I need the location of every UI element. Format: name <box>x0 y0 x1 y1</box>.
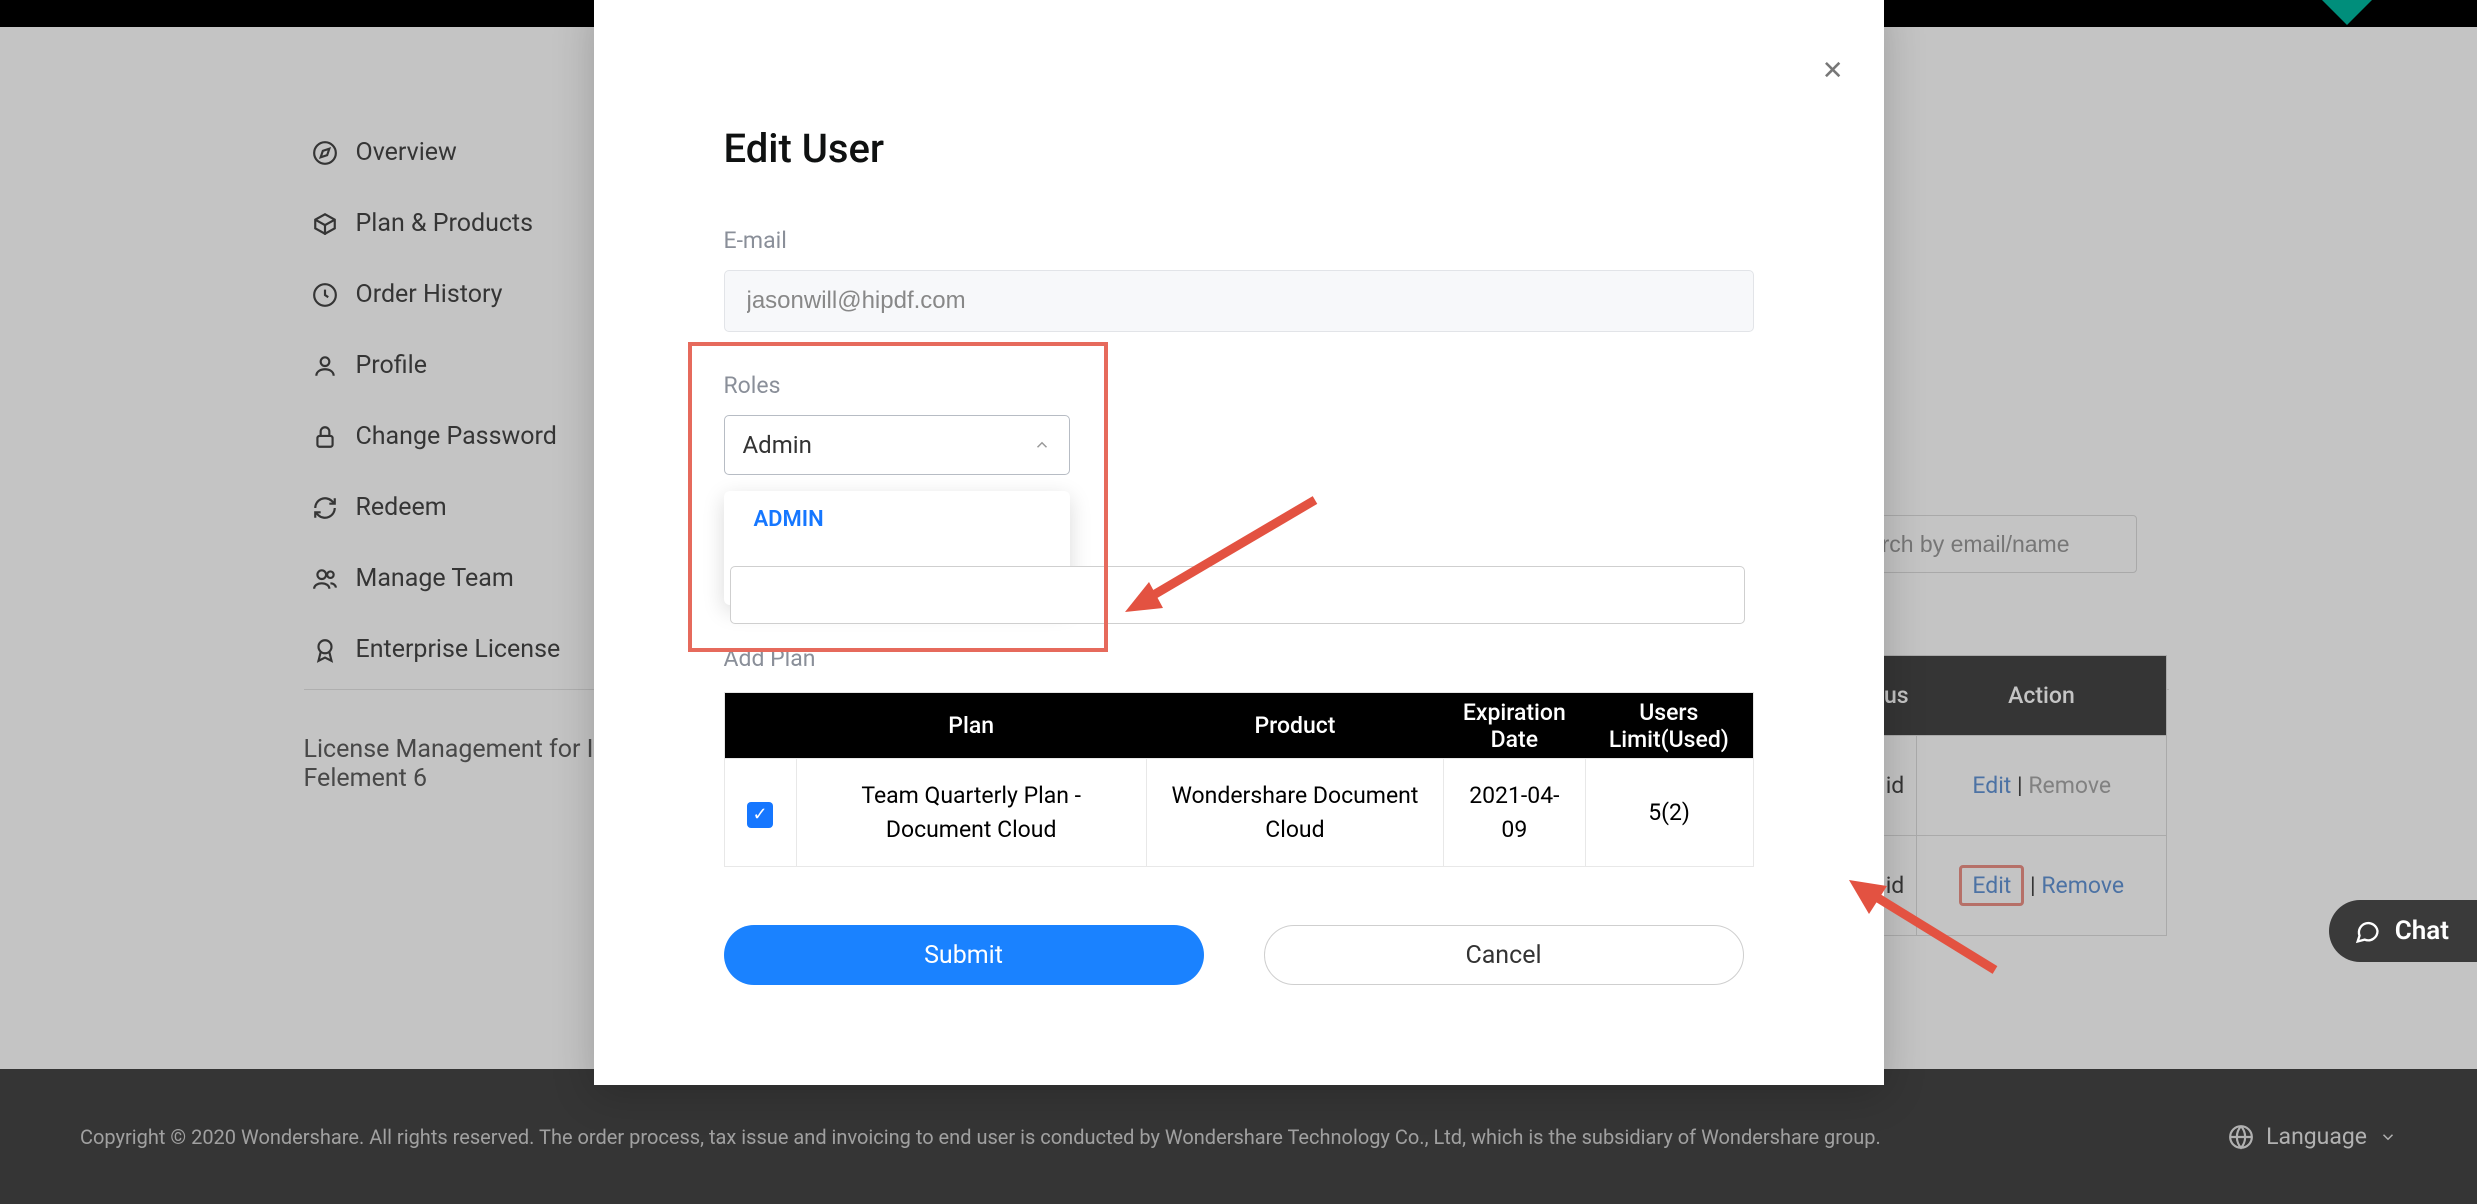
plan-table: Plan Product Expiration Date Users Limit… <box>724 692 1754 867</box>
chat-label: Chat <box>2395 916 2449 946</box>
cancel-button[interactable]: Cancel <box>1264 925 1744 985</box>
col-product: Product <box>1146 693 1443 759</box>
plan-checkbox[interactable]: ✓ <box>747 802 773 828</box>
close-icon[interactable]: ✕ <box>1822 58 1844 84</box>
roles-select[interactable]: Admin <box>724 415 1070 475</box>
name-input-partial[interactable] <box>730 566 1745 624</box>
plan-expiration: 2021-04-09 <box>1444 759 1586 867</box>
footer-dim <box>0 1069 2477 1204</box>
chat-widget[interactable]: Chat <box>2329 900 2477 962</box>
add-plan-label: Add Plan <box>724 645 1754 672</box>
chat-icon <box>2353 917 2381 945</box>
submit-button[interactable]: Submit <box>724 925 1204 985</box>
plan-users-limit: 5(2) <box>1585 759 1753 867</box>
col-plan: Plan <box>796 693 1146 759</box>
chevron-up-icon <box>1033 436 1051 454</box>
roles-option-admin[interactable]: ADMIN <box>724 491 1070 548</box>
email-field[interactable] <box>724 270 1754 332</box>
col-users-limit: Users Limit(Used) <box>1585 693 1753 759</box>
plan-row: ✓ Team Quarterly Plan - Document Cloud W… <box>724 759 1753 867</box>
plan-product: Wondershare Document Cloud <box>1146 759 1443 867</box>
plan-name: Team Quarterly Plan - Document Cloud <box>796 759 1146 867</box>
col-expiration: Expiration Date <box>1444 693 1586 759</box>
roles-label: Roles <box>724 372 1754 399</box>
modal-title: Edit User <box>724 125 1754 172</box>
edit-user-modal: ✕ Edit User E-mail Roles Admin ADMIN USE… <box>594 0 1884 1085</box>
decor-shape <box>2317 0 2377 25</box>
roles-value: Admin <box>743 431 812 459</box>
email-label: E-mail <box>724 227 1754 254</box>
